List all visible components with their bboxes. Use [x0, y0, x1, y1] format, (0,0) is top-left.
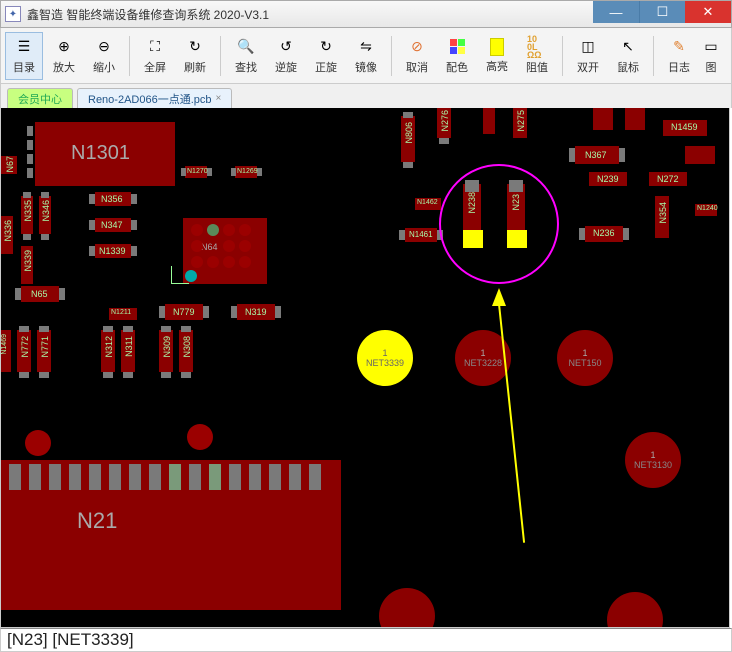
separator [220, 36, 221, 76]
highlight-icon [490, 38, 504, 56]
status-text: [N23] [NET3339] [7, 630, 134, 650]
titlebar: ✦ 鑫智造 智能终端设备维修查询系统 2020-V3.1 — ☐ ✕ [0, 0, 732, 28]
fullscreen-button[interactable]: ⛶全屏 [136, 32, 174, 80]
rotate-ccw-button[interactable]: ↺逆旋 [267, 32, 305, 80]
rotate-cw-button[interactable]: ↻正旋 [307, 32, 345, 80]
pic-icon: ▭ [701, 37, 721, 57]
pic-button[interactable]: ▭图 [700, 32, 722, 80]
ref-n1301: N1301 [71, 142, 130, 165]
annotation-ring [439, 164, 559, 284]
window-title: 鑫智造 智能终端设备维修查询系统 2020-V3.1 [27, 6, 269, 23]
refresh-button[interactable]: ↻刷新 [176, 32, 214, 80]
catalog-icon: ☰ [14, 37, 34, 57]
net-circle-net3130: 1NET3130 [625, 432, 681, 488]
cancel-button[interactable]: ⊘取消 [398, 32, 436, 80]
statusbar: [N23] [NET3339] [0, 628, 732, 652]
annotation-arrow-line [498, 304, 525, 543]
tabbar: 会员中心 Reno-2AD066一点通.pcb× [0, 84, 732, 108]
net-circle-net150: 1NET150 [557, 330, 613, 386]
palette-button[interactable]: 配色 [438, 32, 476, 80]
rotate-ccw-icon: ↺ [276, 37, 296, 57]
cancel-icon: ⊘ [407, 37, 427, 57]
app-icon: ✦ [5, 6, 21, 22]
rotate-cw-icon: ↻ [316, 37, 336, 57]
cursor-icon: ↖ [618, 37, 638, 57]
fullscreen-icon: ⛶ [145, 37, 165, 57]
tab-member[interactable]: 会员中心 [7, 88, 73, 108]
resist-button[interactable]: 10 0LΩΩ阻值 [518, 32, 556, 80]
zoomout-button[interactable]: ⊖缩小 [85, 32, 123, 80]
corner-marker [171, 266, 189, 284]
zoomin-icon: ⊕ [54, 37, 74, 57]
dual-button[interactable]: ◫双开 [569, 32, 607, 80]
dual-icon: ◫ [578, 37, 598, 57]
separator [391, 36, 392, 76]
palette-icon [447, 37, 467, 57]
pcb-canvas: N1301 N67 N1270 N1269 N335 N346 N336 N33… [1, 108, 729, 627]
catalog-button[interactable]: ☰目录 [5, 32, 43, 80]
tab-close-icon[interactable]: × [216, 93, 222, 104]
resist-icon: 10 0LΩΩ [527, 37, 547, 57]
zoomout-icon: ⊖ [94, 37, 114, 57]
window-controls: — ☐ ✕ [593, 1, 731, 23]
close-button[interactable]: ✕ [685, 1, 731, 23]
minimize-button[interactable]: — [593, 1, 639, 23]
mirror-button[interactable]: ⇋镜像 [347, 32, 385, 80]
toolbar: ☰目录 ⊕放大 ⊖缩小 ⛶全屏 ↻刷新 🔍查找 ↺逆旋 ↻正旋 ⇋镜像 ⊘取消 … [0, 28, 732, 84]
separator [562, 36, 563, 76]
tab-file[interactable]: Reno-2AD066一点通.pcb× [77, 88, 232, 108]
search-icon: 🔍 [236, 37, 256, 57]
search-button[interactable]: 🔍查找 [227, 32, 265, 80]
refresh-icon: ↻ [185, 37, 205, 57]
log-button[interactable]: ✎日志 [660, 32, 698, 80]
separator [129, 36, 130, 76]
mirror-icon: ⇋ [356, 37, 376, 57]
net-circle-net3339: 1NET3339 [357, 330, 413, 386]
cursor-button[interactable]: ↖鼠标 [609, 32, 647, 80]
ref-n21: N21 [77, 508, 117, 534]
maximize-button[interactable]: ☐ [639, 1, 685, 23]
highlight-button[interactable]: 高亮 [478, 32, 516, 80]
zoomin-button[interactable]: ⊕放大 [45, 32, 83, 80]
separator [653, 36, 654, 76]
pcb-viewport[interactable]: N1301 N67 N1270 N1269 N335 N346 N336 N33… [0, 108, 730, 628]
log-icon: ✎ [669, 37, 689, 57]
